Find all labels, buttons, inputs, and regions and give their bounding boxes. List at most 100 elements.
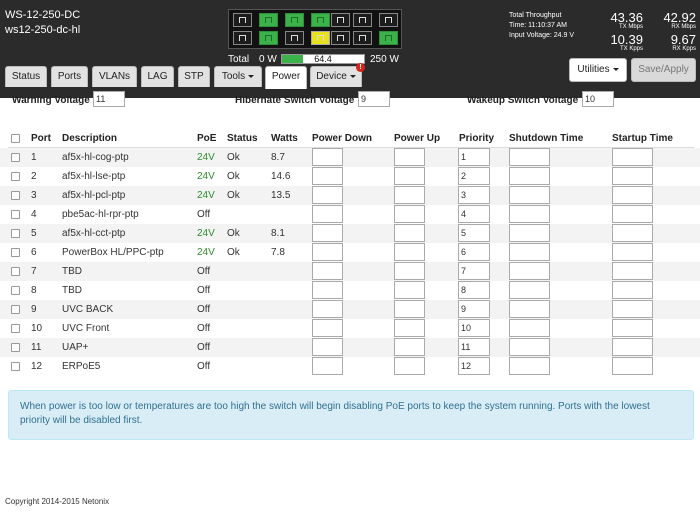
priority-input[interactable]: 9 xyxy=(458,300,490,318)
startup-time-input[interactable] xyxy=(612,357,653,375)
total-power-bar: 64.4 xyxy=(281,54,365,64)
port-description: af5x-hl-lse-ptp xyxy=(62,171,126,182)
row-checkbox[interactable] xyxy=(11,229,20,238)
utilities-button[interactable]: Utilities xyxy=(569,58,627,82)
power-down-input[interactable] xyxy=(312,186,343,204)
power-down-input[interactable] xyxy=(312,205,343,223)
input-voltage: Input Voltage: 24.9 V xyxy=(509,32,574,39)
power-up-input[interactable] xyxy=(394,338,425,356)
priority-input[interactable]: 12 xyxy=(458,357,490,375)
select-all-checkbox[interactable] xyxy=(11,134,20,143)
power-up-input[interactable] xyxy=(394,243,425,261)
tab-stp-label: STP xyxy=(184,71,204,82)
power-down-input[interactable] xyxy=(312,148,343,166)
priority-input[interactable]: 4 xyxy=(458,205,490,223)
tab-device[interactable]: Device! xyxy=(310,63,365,87)
power-up-input[interactable] xyxy=(394,281,425,299)
priority-input[interactable]: 1 xyxy=(458,148,490,166)
shutdown-time-input[interactable] xyxy=(509,319,550,337)
row-checkbox[interactable] xyxy=(11,191,20,200)
row-checkbox[interactable] xyxy=(11,210,20,219)
row-checkbox[interactable] xyxy=(11,305,20,314)
power-down-input[interactable] xyxy=(312,224,343,242)
port-led xyxy=(379,31,398,45)
power-down-input[interactable] xyxy=(312,338,343,356)
startup-time-input[interactable] xyxy=(612,262,653,280)
shutdown-time-input[interactable] xyxy=(509,205,550,223)
row-checkbox[interactable] xyxy=(11,267,20,276)
power-up-input[interactable] xyxy=(394,300,425,318)
power-down-input[interactable] xyxy=(312,167,343,185)
table-row: 6 PowerBox HL/PPC-ptp 24V Ok 7.8 6 xyxy=(0,243,700,262)
warning-voltage-input[interactable]: 11 xyxy=(93,91,125,107)
shutdown-time-input[interactable] xyxy=(509,167,550,185)
port-notch xyxy=(317,35,324,41)
startup-time-input[interactable] xyxy=(612,205,653,223)
priority-input[interactable]: 2 xyxy=(458,167,490,185)
wakeup-voltage-input[interactable]: 10 xyxy=(582,91,614,107)
power-up-input[interactable] xyxy=(394,148,425,166)
hibernate-voltage-input[interactable]: 9 xyxy=(358,91,390,107)
tx-mbps-unit: TX Mbps xyxy=(618,24,643,30)
startup-time-input[interactable] xyxy=(612,281,653,299)
priority-input[interactable]: 3 xyxy=(458,186,490,204)
power-up-input[interactable] xyxy=(394,262,425,280)
priority-input[interactable]: 5 xyxy=(458,224,490,242)
power-down-input[interactable] xyxy=(312,319,343,337)
startup-time-input[interactable] xyxy=(612,148,653,166)
row-checkbox[interactable] xyxy=(11,324,20,333)
power-up-input[interactable] xyxy=(394,205,425,223)
shutdown-time-input[interactable] xyxy=(509,224,550,242)
priority-input[interactable]: 10 xyxy=(458,319,490,337)
priority-input[interactable]: 11 xyxy=(458,338,490,356)
startup-time-input[interactable] xyxy=(612,300,653,318)
power-down-input[interactable] xyxy=(312,262,343,280)
chevron-down-icon xyxy=(349,74,356,78)
row-checkbox[interactable] xyxy=(11,343,20,352)
power-up-input[interactable] xyxy=(394,186,425,204)
shutdown-time-input[interactable] xyxy=(509,357,550,375)
priority-input[interactable]: 6 xyxy=(458,243,490,261)
power-up-input[interactable] xyxy=(394,167,425,185)
save-apply-button[interactable]: Save/Apply xyxy=(631,58,696,82)
startup-time-input[interactable] xyxy=(612,319,653,337)
startup-time-input[interactable] xyxy=(612,167,653,185)
port-number: 8 xyxy=(31,285,37,296)
port-led xyxy=(311,31,330,45)
tab-ports[interactable]: Ports xyxy=(51,66,88,87)
startup-time-input[interactable] xyxy=(612,186,653,204)
chevron-down-icon xyxy=(248,74,255,78)
row-checkbox[interactable] xyxy=(11,286,20,295)
table-row: 4 pbe5ac-hl-rpr-ptp Off 4 xyxy=(0,205,700,224)
tab-status[interactable]: Status xyxy=(5,66,47,87)
power-up-input[interactable] xyxy=(394,357,425,375)
startup-time-input[interactable] xyxy=(612,243,653,261)
tab-stp[interactable]: STP xyxy=(178,66,210,87)
shutdown-time-input[interactable] xyxy=(509,300,550,318)
shutdown-time-input[interactable] xyxy=(509,262,550,280)
priority-input[interactable]: 7 xyxy=(458,262,490,280)
shutdown-time-input[interactable] xyxy=(509,148,550,166)
tab-vlans[interactable]: VLANs xyxy=(92,66,137,87)
shutdown-time-input[interactable] xyxy=(509,186,550,204)
row-checkbox[interactable] xyxy=(11,172,20,181)
power-down-input[interactable] xyxy=(312,357,343,375)
priority-input[interactable]: 8 xyxy=(458,281,490,299)
tab-power[interactable]: Power xyxy=(265,66,307,89)
tab-tools[interactable]: Tools xyxy=(214,66,262,87)
startup-time-input[interactable] xyxy=(612,224,653,242)
row-checkbox[interactable] xyxy=(11,153,20,162)
power-down-input[interactable] xyxy=(312,243,343,261)
row-checkbox[interactable] xyxy=(11,362,20,371)
startup-time-input[interactable] xyxy=(612,338,653,356)
shutdown-time-input[interactable] xyxy=(509,338,550,356)
power-down-input[interactable] xyxy=(312,281,343,299)
power-up-input[interactable] xyxy=(394,224,425,242)
power-up-input[interactable] xyxy=(394,319,425,337)
row-checkbox[interactable] xyxy=(11,248,20,257)
shutdown-time-input[interactable] xyxy=(509,243,550,261)
shutdown-time-input[interactable] xyxy=(509,281,550,299)
tab-lag[interactable]: LAG xyxy=(141,66,174,87)
power-down-input[interactable] xyxy=(312,300,343,318)
port-notch xyxy=(265,35,272,41)
